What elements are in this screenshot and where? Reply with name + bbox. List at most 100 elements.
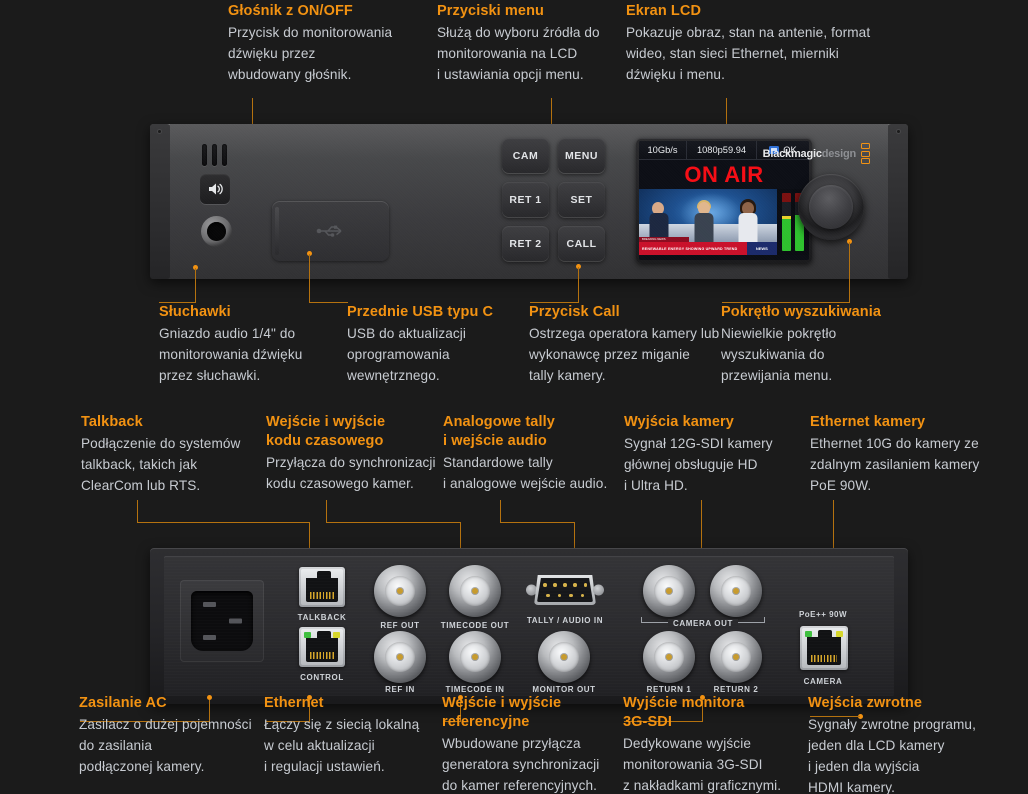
leader-line-tally-v1: [500, 500, 502, 523]
callout-body: Sygnały zwrotne programu, jeden dla LCD …: [808, 717, 976, 794]
audio-meter-left: [782, 193, 791, 251]
camera-ethernet-port[interactable]: [800, 626, 848, 670]
camera-out-bracket: [641, 617, 765, 623]
camera-out-bnc-2[interactable]: [710, 565, 762, 617]
ticker-logo: NEWS: [746, 242, 777, 255]
rear-panel-face: TALKBACK CONTROL REF OUT TIMECODE OUT RE…: [164, 556, 894, 696]
lower-third-ticker: RENEWABLE ENERGY SHOWING UPWARD TREND NE…: [639, 242, 777, 255]
label-return-1: RETURN 1: [646, 685, 692, 694]
callout-title: Ethernet: [264, 695, 324, 711]
product-diagram-page: Głośnik z ON/OFF Przycisk do monitorowan…: [0, 0, 1028, 794]
callout-title: Pokrętło wyszukiwania: [721, 304, 882, 320]
callout-title: Słuchawki: [159, 304, 231, 320]
lcd-video-area: BREAKING NEWS RENEWABLE ENERGY SHOWING U…: [639, 189, 809, 255]
key-ret-2[interactable]: RET 2: [502, 226, 549, 261]
audio-meters: [777, 189, 809, 255]
key-menu[interactable]: MENU: [558, 138, 605, 173]
callout-title: Głośnik z ON/OFF: [228, 3, 353, 19]
callout-talkback: Talkback Podłączenie do systemów talkbac…: [81, 413, 256, 496]
tally-audio-in-dsub[interactable]: [526, 570, 604, 610]
leader-line-dial: [849, 242, 851, 303]
talkback-port[interactable]: [299, 567, 345, 607]
label-return-2: RETURN 2: [713, 685, 759, 694]
speaker-icon: [208, 183, 223, 195]
callout-front-usb-c: Przednie USB typu C USB do aktualizacji …: [347, 303, 537, 386]
key-cam[interactable]: CAM: [502, 138, 549, 173]
rear-panel: TALKBACK CONTROL REF OUT TIMECODE OUT RE…: [150, 548, 908, 704]
timecode-out-bnc[interactable]: [449, 565, 501, 617]
return-2-bnc[interactable]: [710, 631, 762, 683]
callout-title: Wyjścia kamery: [624, 414, 734, 430]
front-usb-c-door[interactable]: [272, 201, 389, 261]
headphone-jack[interactable]: [201, 216, 232, 247]
ac-power-inlet[interactable]: [180, 580, 264, 662]
ticker-logo-text: NEWS: [755, 246, 768, 251]
key-ret-1[interactable]: RET 1: [502, 182, 549, 217]
audio-meter-right: [795, 193, 804, 251]
leader-line-talkback-h: [137, 522, 310, 524]
camera-out-bnc-1[interactable]: [643, 565, 695, 617]
callout-body: Dedykowane wyjście monitorowania 3G-SDI …: [623, 736, 782, 793]
callout-title: Wyjście monitora 3G-SDI: [623, 695, 745, 730]
callout-body: Standardowe tally i analogowe wejście au…: [443, 455, 608, 491]
label-timecode-out: TIMECODE OUT: [440, 621, 510, 630]
callout-title: Ethernet kamery: [810, 414, 926, 430]
callout-ethernet: Ethernet Łączy się z siecią lokalną w ce…: [264, 694, 449, 777]
lcd-display: 10Gb/s 1080p59.94 OK ON AIR BREAKING NEW…: [639, 141, 809, 260]
label-talkback: TALKBACK: [297, 613, 347, 622]
ticker-headline-bar: RENEWABLE ENERGY SHOWING UPWARD TREND: [639, 242, 747, 255]
speaker-onoff-button[interactable]: [200, 174, 230, 204]
callout-headphones: Słuchawki Gniazdo audio 1/4" do monitoro…: [159, 303, 349, 386]
callout-body: Niewielkie pokrętło wyszukiwania do prze…: [721, 326, 837, 383]
callout-search-dial: Pokrętło wyszukiwania Niewielkie pokrętł…: [721, 303, 921, 386]
callout-camera-ethernet: Ethernet kamery Ethernet 10G do kamery z…: [810, 413, 1000, 496]
usb-icon: [316, 225, 341, 237]
callout-body: Zasilacz o dużej pojemności do zasilania…: [79, 717, 252, 774]
ref-out-bnc[interactable]: [374, 565, 426, 617]
leader-line-talkback-v1: [137, 500, 139, 523]
callout-timecode-io: Wejście i wyjście kodu czasowego Przyłąc…: [266, 413, 446, 494]
brand-wordmark: Blackmagicdesign: [762, 147, 857, 160]
control-ethernet-port[interactable]: [299, 627, 345, 667]
callout-body: Przyłącza do synchronizacji kodu czasowe…: [266, 455, 436, 491]
speaker-grill-icon: [202, 144, 227, 166]
callout-camera-out: Wyjścia kamery Sygnał 12G-SDI kamery głó…: [624, 413, 804, 496]
menu-button-pad: CAM MENU RET 1 SET RET 2 CALL: [502, 138, 605, 261]
callout-title: Przednie USB typu C: [347, 304, 494, 320]
callout-body: Ethernet 10G do kamery ze zdalnym zasila…: [810, 436, 980, 493]
label-control: CONTROL: [300, 673, 344, 682]
lcd-screen[interactable]: 10Gb/s 1080p59.94 OK ON AIR BREAKING NEW…: [636, 138, 812, 263]
leader-line-timecode-h: [326, 522, 461, 524]
monitor-out-bnc[interactable]: [538, 631, 590, 683]
label-timecode-in: TIMECODE IN: [445, 685, 505, 694]
leader-line-camera-out: [701, 500, 703, 552]
callout-body: Przycisk do monitorowania dźwięku przez …: [228, 25, 393, 82]
label-poe: PoE++ 90W: [798, 610, 848, 619]
ticker-headline-text: RENEWABLE ENERGY SHOWING UPWARD TREND: [642, 246, 738, 251]
search-dial[interactable]: [798, 174, 864, 240]
front-panel-face: CAM MENU RET 1 SET RET 2 CALL 10Gb/s 108…: [170, 124, 888, 279]
timecode-in-bnc[interactable]: [449, 631, 501, 683]
studio-backdrop: [680, 192, 742, 234]
label-camera-out: CAMERA OUT: [668, 619, 738, 628]
callout-lcd-screen: Ekran LCD Pokazuje obraz, stan na anteni…: [626, 2, 876, 85]
leader-line-headphones: [195, 268, 197, 303]
callout-call-button: Przycisk Call Ostrzega operatora kamery …: [529, 303, 729, 386]
callout-return-inputs: Wejścia zwrotne Sygnały zwrotne programu…: [808, 694, 1003, 794]
key-set[interactable]: SET: [558, 182, 605, 217]
callout-body: Łączy się z siecią lokalną w celu aktual…: [264, 717, 420, 774]
leader-line-tally-h: [500, 522, 575, 524]
callout-body: Gniazdo audio 1/4" do monitorowania dźwi…: [159, 326, 303, 383]
news-desk: [639, 224, 777, 242]
callout-title: Przyciski menu: [437, 3, 544, 19]
callout-body: Podłączenie do systemów talkback, takich…: [81, 436, 241, 493]
key-call[interactable]: CALL: [558, 226, 605, 261]
return-1-bnc[interactable]: [643, 631, 695, 683]
callout-body: Wbudowane przyłącza generatora synchroni…: [442, 736, 600, 793]
label-tally-audio-in: TALLY / AUDIO IN: [526, 616, 604, 625]
callout-menu-buttons: Przyciski menu Służą do wyboru źródła do…: [437, 2, 637, 85]
ref-in-bnc[interactable]: [374, 631, 426, 683]
callout-title: Wejścia zwrotne: [808, 695, 923, 711]
lcd-network-status-text: OK: [783, 145, 797, 155]
callout-body: Ostrzega operatora kamery lub wykonawcę …: [529, 326, 720, 383]
